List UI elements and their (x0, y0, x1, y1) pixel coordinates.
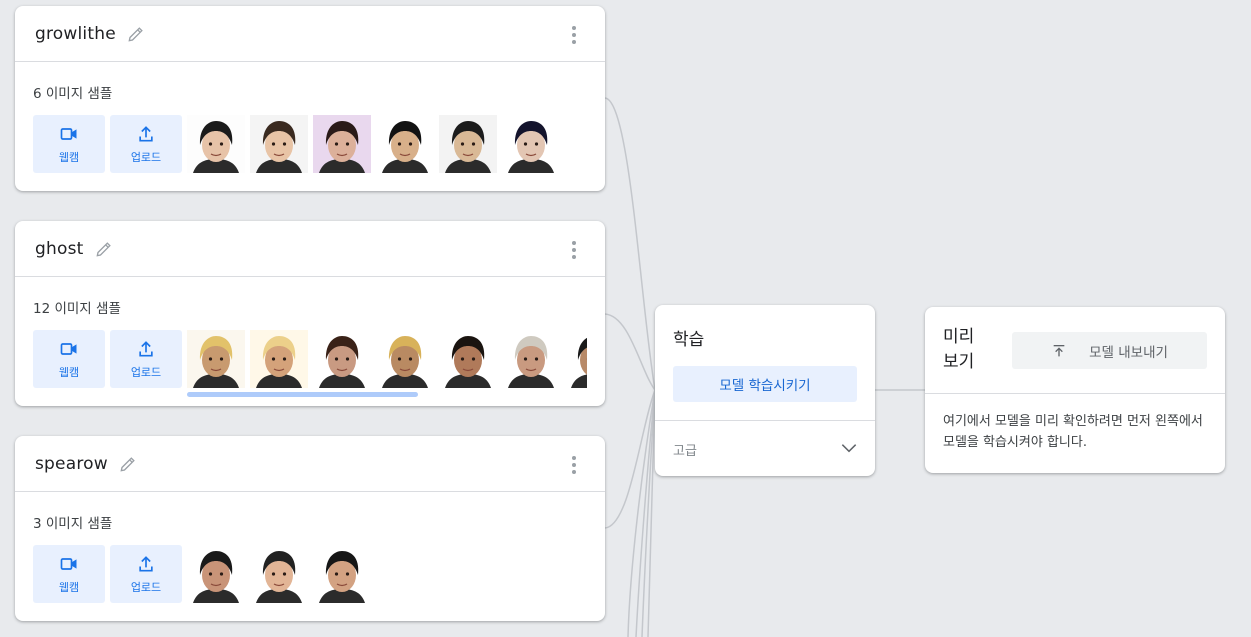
thumbnail-strip (187, 330, 587, 388)
webcam-button[interactable]: 웹캠 (33, 115, 105, 173)
upload-label: 업로드 (130, 580, 162, 594)
webcam-label: 웹캠 (58, 580, 80, 594)
thumbnail-strip (187, 545, 376, 603)
sample-thumbnail[interactable] (376, 330, 434, 388)
upload-button[interactable]: 업로드 (110, 330, 182, 388)
pencil-icon[interactable] (118, 454, 138, 474)
export-model-button[interactable]: 모델 내보내기 (1012, 332, 1207, 369)
sample-thumbnail[interactable] (187, 545, 245, 603)
preview-title-line1: 미리 (943, 327, 975, 347)
export-model-label: 모델 내보내기 (1089, 344, 1168, 361)
video-camera-icon (60, 127, 77, 140)
class-name[interactable]: spearow (35, 454, 108, 474)
class-header: ghost (15, 221, 605, 277)
class-header: growlithe (15, 6, 605, 62)
sample-thumbnail[interactable] (502, 330, 560, 388)
sample-thumbnail[interactable] (565, 330, 587, 388)
sample-thumbnail[interactable] (250, 545, 308, 603)
sample-thumbnail[interactable] (187, 115, 245, 173)
upload-button[interactable]: 업로드 (110, 115, 182, 173)
sample-count: 12 이미지 샘플 (33, 301, 121, 317)
divider (655, 420, 875, 421)
preview-card: 미리 보기 모델 내보내기 여기에서 모델을 미리 확인하려면 먼저 왼쪽에서 … (925, 307, 1225, 473)
sample-thumbnail[interactable] (376, 115, 434, 173)
class-name[interactable]: ghost (35, 239, 84, 259)
sample-count: 3 이미지 샘플 (33, 516, 113, 532)
divider (925, 393, 1225, 394)
class-card-growlithe: growlithe 6 이미지 샘플 웹캠 업로드 (15, 6, 605, 191)
upload-icon (139, 340, 153, 356)
upload-icon (139, 125, 153, 141)
class-card-spearow: spearow 3 이미지 샘플 웹캠 업로드 (15, 436, 605, 621)
training-title: 학습 (673, 330, 705, 350)
chevron-down-icon[interactable] (839, 438, 859, 458)
upload-button[interactable]: 업로드 (110, 545, 182, 603)
sample-thumbnail[interactable] (313, 115, 371, 173)
class-card-ghost: ghost 12 이미지 샘플 웹캠 업로드 (15, 221, 605, 406)
preview-title-line2: 보기 (943, 352, 975, 372)
pencil-icon[interactable] (94, 239, 114, 259)
sample-thumbnail[interactable] (187, 330, 245, 388)
webcam-label: 웹캠 (58, 150, 80, 164)
preview-message: 여기에서 모델을 미리 확인하려면 먼저 왼쪽에서 모델을 학습시켜야 합니다. (943, 414, 1203, 450)
class-name[interactable]: growlithe (35, 24, 116, 44)
sample-thumbnail[interactable] (502, 115, 560, 173)
thumbnail-scrollbar[interactable] (187, 392, 418, 397)
sample-thumbnail[interactable] (313, 330, 371, 388)
sample-thumbnail[interactable] (439, 330, 497, 388)
sample-count: 6 이미지 샘플 (33, 86, 113, 102)
upload-label: 업로드 (130, 365, 162, 379)
sample-thumbnail[interactable] (250, 330, 308, 388)
advanced-label[interactable]: 고급 (673, 440, 697, 459)
video-camera-icon (60, 557, 77, 570)
more-vert-icon[interactable] (565, 456, 583, 474)
webcam-button[interactable]: 웹캠 (33, 545, 105, 603)
train-model-button[interactable]: 모델 학습시키기 (673, 366, 857, 402)
more-vert-icon[interactable] (565, 241, 583, 259)
webcam-button[interactable]: 웹캠 (33, 330, 105, 388)
upload-icon (139, 555, 153, 571)
class-header: spearow (15, 436, 605, 492)
more-vert-icon[interactable] (565, 26, 583, 44)
preview-title: 미리 보기 (943, 325, 974, 375)
sample-thumbnail[interactable] (439, 115, 497, 173)
sample-thumbnail[interactable] (313, 545, 371, 603)
upload-label: 업로드 (130, 150, 162, 164)
thumbnail-strip (187, 115, 565, 173)
sample-thumbnail[interactable] (250, 115, 308, 173)
webcam-label: 웹캠 (58, 365, 80, 379)
video-camera-icon (60, 342, 77, 355)
training-card: 학습 모델 학습시키기 고급 (655, 305, 875, 476)
export-icon (1053, 344, 1065, 356)
pencil-icon[interactable] (126, 24, 146, 44)
